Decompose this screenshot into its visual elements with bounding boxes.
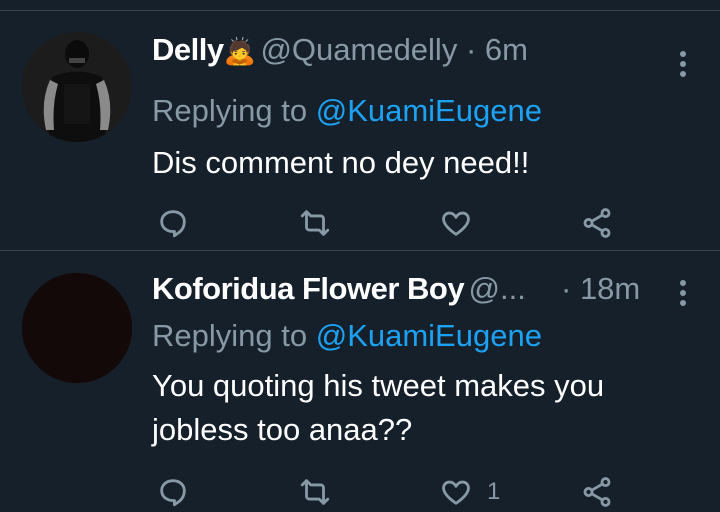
replying-to-mention[interactable]: @KuamiEugene (316, 93, 542, 128)
separator-dot: · (457, 32, 485, 67)
replying-to-label: Replying to (152, 93, 308, 128)
replying-to-line: Replying to @KuamiEugene (152, 93, 542, 129)
more-vertical-icon[interactable] (680, 280, 686, 310)
like-button[interactable] (439, 203, 487, 243)
replying-to-line: Replying to @KuamiEugene (152, 318, 542, 354)
like-icon (442, 211, 470, 236)
reply-button[interactable] (156, 203, 190, 243)
share-icon (583, 208, 611, 238)
timestamp[interactable]: 6m (485, 32, 528, 67)
replying-to-mention[interactable]: @KuamiEugene (316, 318, 542, 353)
tweet-text: You quoting his tweet makes you jobless … (152, 368, 605, 447)
retweet-icon (300, 210, 330, 236)
separator-dot: · (561, 271, 580, 306)
timestamp[interactable]: 18m (580, 271, 640, 306)
user-handle[interactable]: @... (469, 271, 526, 306)
tweet-header: Delly🙇 @Quamedelly · 6m (152, 32, 528, 72)
person-bowing-emoji-icon: 🙇 (223, 36, 256, 66)
like-icon (442, 480, 470, 505)
like-button[interactable]: 1 (439, 472, 500, 512)
tweet-time-group: · 18m (561, 271, 640, 311)
tweet[interactable]: Delly🙇 @Quamedelly · 6m Replying to @Kua… (0, 11, 720, 250)
retweet-button[interactable] (298, 203, 332, 243)
share-button[interactable] (580, 203, 614, 243)
retweet-button[interactable] (298, 472, 332, 512)
retweet-icon (300, 479, 330, 505)
share-icon (583, 477, 611, 507)
share-button[interactable] (580, 472, 614, 512)
tweet-text: Dis comment no dey need!! (152, 145, 530, 180)
replying-to-label: Replying to (152, 318, 308, 353)
user-handle[interactable]: @Quamedelly (260, 32, 457, 67)
reply-button[interactable] (156, 472, 190, 512)
tweet-header: Koforidua Flower Boy @... (152, 271, 526, 311)
avatar[interactable] (22, 273, 132, 383)
display-name[interactable]: Koforidua Flower Boy (152, 271, 465, 306)
reply-icon (160, 479, 186, 507)
avatar-image (22, 32, 132, 142)
avatar-image (22, 273, 132, 383)
display-name[interactable]: Delly (152, 32, 224, 67)
more-vertical-icon[interactable] (680, 51, 686, 81)
tweet-actions: 1 (152, 472, 632, 512)
avatar[interactable] (22, 32, 132, 142)
reply-icon (160, 210, 186, 238)
tweet-actions (152, 203, 632, 243)
like-count: 1 (487, 478, 501, 505)
